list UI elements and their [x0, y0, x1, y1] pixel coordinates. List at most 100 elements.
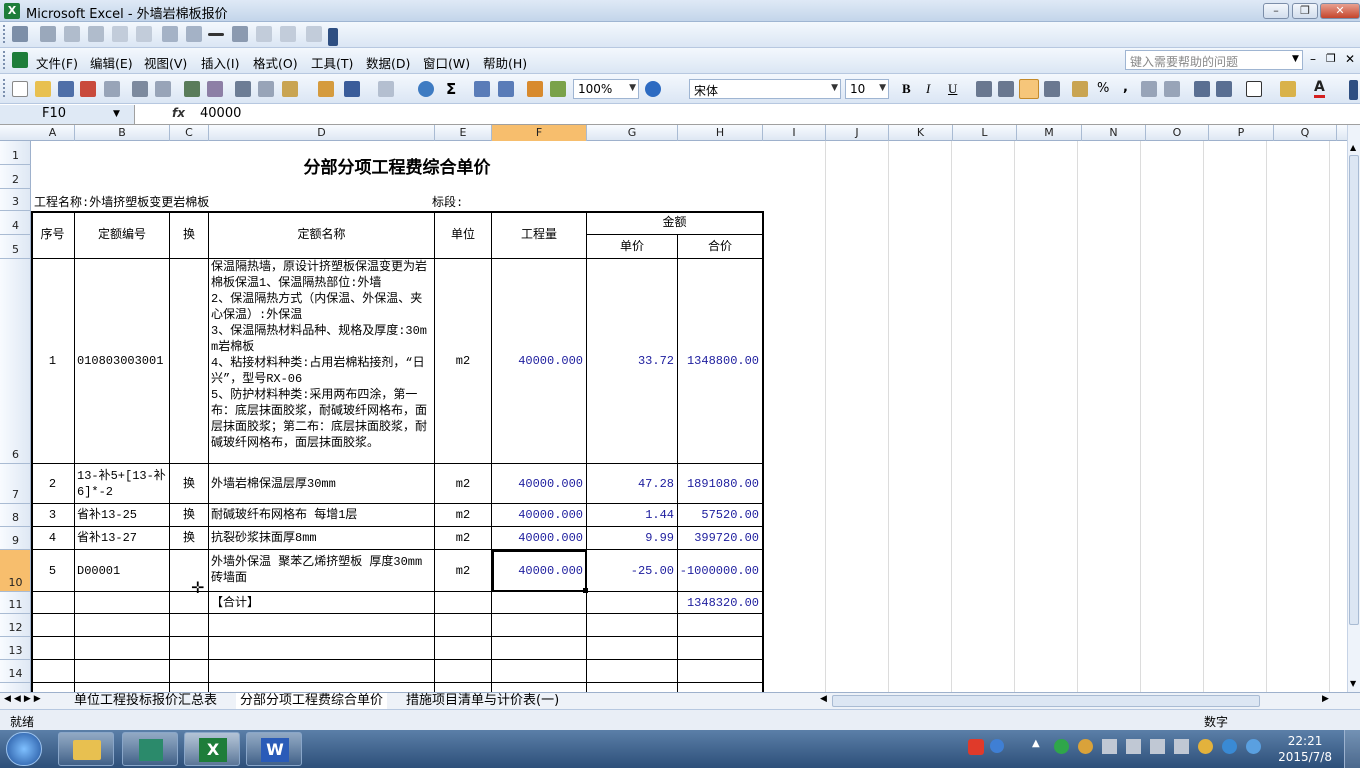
research-icon[interactable]	[207, 81, 223, 97]
workbook-icon[interactable]	[12, 52, 28, 68]
volume-icon[interactable]	[1150, 739, 1165, 754]
close-button[interactable]: ✕	[1320, 3, 1360, 19]
select-icon[interactable]	[232, 26, 248, 42]
row-header-8[interactable]: 8	[0, 504, 31, 527]
doc-close-button[interactable]: ✕	[1345, 52, 1355, 66]
item-price[interactable]: 9.99	[587, 527, 678, 550]
row-header-3[interactable]: 3	[0, 189, 31, 211]
drawing-icon[interactable]	[550, 81, 566, 97]
row-header-4[interactable]: 4	[0, 211, 31, 235]
start-button[interactable]	[6, 732, 42, 766]
scroll-icon[interactable]	[162, 26, 178, 42]
fx-icon[interactable]: fx	[172, 106, 185, 120]
row-header-13[interactable]: 13	[0, 637, 31, 660]
word-taskbar-button[interactable]: W	[246, 732, 302, 766]
item-unit[interactable]: m2	[435, 527, 492, 550]
menu-window[interactable]: 窗口(W)	[423, 53, 470, 72]
tray-monitor-icon[interactable]	[1174, 739, 1189, 754]
col-header-a[interactable]: A	[31, 125, 75, 141]
col-header-m[interactable]: M	[1017, 125, 1082, 141]
tray-app-icon[interactable]	[1246, 739, 1261, 754]
font-color-icon[interactable]: A	[1314, 79, 1325, 98]
menu-insert[interactable]: 插入(I)	[201, 53, 239, 72]
item-unit[interactable]: m2	[435, 464, 492, 504]
item-swap[interactable]: 换	[170, 464, 209, 504]
increase-decimal-icon[interactable]	[1141, 81, 1157, 97]
worksheet-grid[interactable]: 分部分项工程费综合单价 工程名称:外墙挤塑板变更岩棉板 标段: 序号 定额编号 …	[31, 141, 1347, 692]
menu-file[interactable]: 文件(F)	[36, 53, 78, 72]
header-swap[interactable]: 换	[170, 211, 209, 259]
toggle-grid-icon[interactable]	[306, 26, 322, 42]
combo-icon[interactable]	[136, 26, 152, 42]
percent-icon[interactable]: %	[1097, 81, 1109, 96]
empty-rows[interactable]	[31, 614, 764, 692]
menu-format[interactable]: 格式(O)	[253, 53, 298, 72]
project-name[interactable]: 工程名称:外墙挤塑板变更岩棉板	[34, 193, 424, 210]
redo-icon[interactable]	[378, 81, 394, 97]
list-icon[interactable]	[112, 26, 128, 42]
decrease-indent-icon[interactable]	[1194, 81, 1210, 97]
item-no[interactable]: 2	[31, 464, 75, 504]
col-header-n[interactable]: N	[1082, 125, 1146, 141]
item-no[interactable]: 5	[31, 550, 75, 592]
item-name[interactable]: 保温隔热墙，原设计挤塑板保温变更为岩棉板保温1、保温隔热部位:外墙 2、保温隔热…	[209, 259, 435, 464]
item-name[interactable]: 外墙岩棉保温层厚30mm	[209, 464, 435, 504]
tray-expand-icon[interactable]: ▲	[1032, 738, 1040, 749]
item-swap[interactable]: 换	[170, 504, 209, 527]
item-price[interactable]: 47.28	[587, 464, 678, 504]
menu-tools[interactable]: 工具(T)	[311, 53, 353, 72]
merge-center-icon[interactable]	[1044, 81, 1060, 97]
row-header-10[interactable]: 10	[0, 550, 31, 592]
new-icon[interactable]	[12, 81, 28, 97]
item-name[interactable]: 抗裂砂浆抹面厚8mm	[209, 527, 435, 550]
doc-minimize-button[interactable]: –	[1310, 52, 1316, 66]
item-no[interactable]: 4	[31, 527, 75, 550]
header-total[interactable]: 合价	[678, 235, 763, 259]
tray-app-icon[interactable]	[1054, 739, 1069, 754]
header-amount[interactable]: 金额	[587, 211, 763, 235]
underline-icon[interactable]: U	[948, 81, 957, 97]
borders-icon[interactable]	[1246, 81, 1262, 97]
excel-taskbar-button[interactable]: X	[184, 732, 240, 766]
toolbar-options-icon[interactable]	[328, 28, 338, 46]
item-qty[interactable]: 40000.000	[492, 259, 587, 464]
decrease-decimal-icon[interactable]	[1164, 81, 1180, 97]
sum-label[interactable]: 【合计】	[209, 592, 435, 614]
tab-measures[interactable]: 措施项目清单与计价表(一)	[402, 693, 563, 710]
col-header-k[interactable]: K	[889, 125, 953, 141]
help-dropdown-icon[interactable]: ▼	[1292, 54, 1299, 64]
spinner-icon[interactable]	[186, 26, 202, 42]
chevron-down-icon[interactable]: ▼	[879, 83, 886, 93]
autosum-icon[interactable]: Σ	[446, 80, 456, 98]
currency-icon[interactable]	[1072, 81, 1088, 97]
mail-icon[interactable]	[104, 81, 120, 97]
comma-style-icon[interactable]: ,	[1123, 80, 1128, 95]
scroll-left-icon[interactable]: ◀	[820, 694, 827, 704]
empty-cell[interactable]	[492, 592, 587, 614]
header-code[interactable]: 定额编号	[75, 211, 170, 259]
copy-icon[interactable]	[258, 81, 274, 97]
col-header-q[interactable]: Q	[1274, 125, 1337, 141]
vertical-scrollbar[interactable]: ▲ ▼	[1347, 125, 1360, 692]
help-icon[interactable]	[645, 81, 661, 97]
tray-app-icon[interactable]	[1078, 739, 1093, 754]
font-select[interactable]: 宋体 ▼	[689, 79, 841, 99]
scroll-up-icon[interactable]: ▲	[1350, 143, 1356, 152]
sort-ascending-icon[interactable]	[474, 81, 490, 97]
doc-restore-button[interactable]: ❐	[1326, 52, 1336, 65]
fill-color-icon[interactable]	[1280, 81, 1296, 97]
italic-icon[interactable]: I	[926, 81, 930, 97]
permission-icon[interactable]	[80, 81, 96, 97]
tray-network-icon[interactable]	[1102, 739, 1117, 754]
item-qty-selected-cell[interactable]: 40000.000	[492, 550, 587, 592]
format-painter-icon[interactable]	[318, 81, 334, 97]
item-qty[interactable]: 40000.000	[492, 504, 587, 527]
properties-icon[interactable]	[256, 26, 272, 42]
vertical-scroll-thumb[interactable]	[1349, 155, 1359, 625]
bold-icon[interactable]: B	[902, 81, 911, 97]
increase-indent-icon[interactable]	[1216, 81, 1232, 97]
item-price[interactable]: 33.72	[587, 259, 678, 464]
chevron-down-icon[interactable]: ▼	[831, 83, 838, 93]
item-code[interactable]: 省补13-25	[75, 504, 170, 527]
restore-button[interactable]: ❐	[1292, 3, 1318, 19]
